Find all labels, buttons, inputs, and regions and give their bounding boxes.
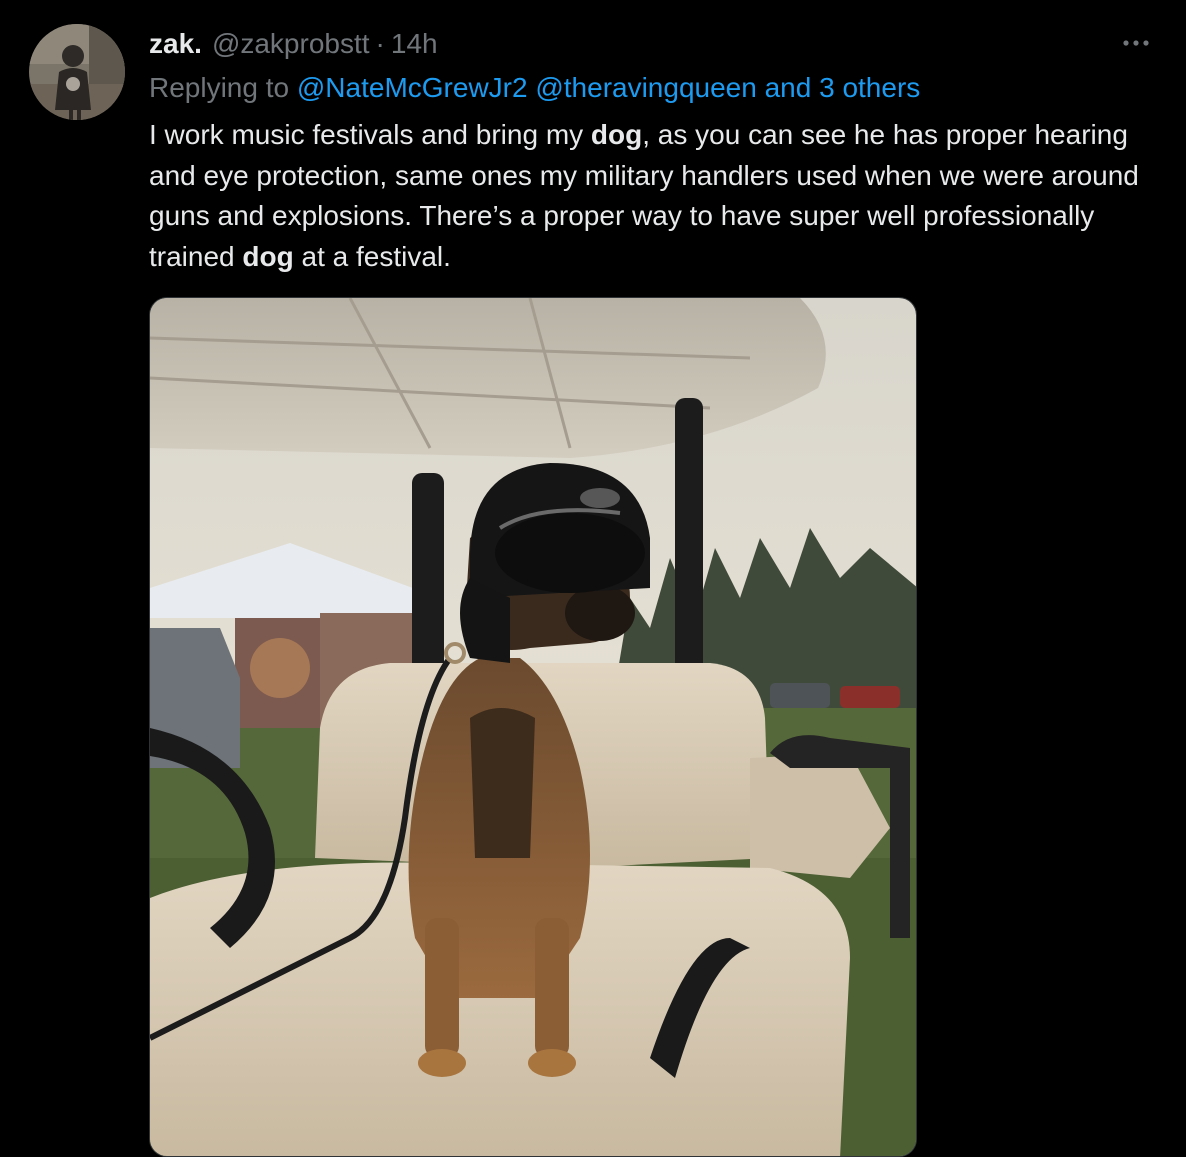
highlighted-keyword: dog	[590, 119, 643, 150]
highlighted-keyword: dog	[242, 240, 294, 272]
replying-to: Replying to @NateMcGrewJr2 @theravingque…	[149, 72, 920, 104]
avatar[interactable]	[29, 24, 125, 120]
tweet-text: I work music festivals and bring my dog,…	[149, 115, 1159, 277]
user-handle[interactable]: @zakprobstt	[212, 28, 370, 60]
timestamp[interactable]: 14h	[391, 28, 438, 60]
more-options-button[interactable]	[1116, 28, 1156, 58]
mention-link[interactable]: @NateMcGrewJr2	[297, 72, 528, 103]
photo-dog-on-golf-cart	[150, 298, 916, 1156]
more-horizontal-icon	[1123, 40, 1149, 46]
tweet-photo[interactable]	[149, 297, 917, 1157]
others-link[interactable]: and 3 others	[765, 72, 921, 103]
display-name[interactable]: zak.	[149, 28, 202, 60]
tweet-text-part: at a festival.	[293, 240, 451, 272]
avatar-image	[29, 24, 125, 120]
tweet-header: zak. @zakprobstt · 14h	[149, 28, 438, 62]
header-separator: ·	[375, 28, 385, 59]
mention-link[interactable]: @theravingqueen	[535, 72, 756, 103]
tweet[interactable]: zak. @zakprobstt · 14h Replying to @Nate…	[0, 0, 1186, 1157]
replying-to-label: Replying to	[149, 72, 290, 103]
tweet-text-part: I work music festivals and bring my	[149, 119, 591, 150]
